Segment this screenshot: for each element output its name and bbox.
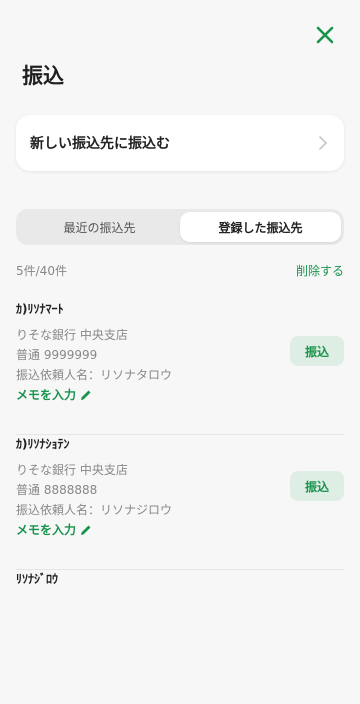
payee-count: 5件/40件 xyxy=(16,263,67,278)
payee-list: ｶ)ﾘｿﾅﾏｰﾄ りそな銀行 中央支店 普通 9999999 振込依頼人名：リソ… xyxy=(0,300,360,704)
list-item: ｶ)ﾘｿﾅﾏｰﾄ りそな銀行 中央支店 普通 9999999 振込依頼人名：リソ… xyxy=(16,300,344,435)
payee-requester: 振込依頼人名：リソナジロウ xyxy=(16,503,173,517)
list-item: ｶ)ﾘｿﾅｼｮﾃﾝ りそな銀行 中央支店 普通 8888888 振込依頼人名：リ… xyxy=(16,435,344,570)
pencil-icon xyxy=(81,390,91,400)
list-item: ﾘｿﾅｼﾞﾛｳ xyxy=(16,570,344,704)
transfer-button[interactable]: 振込 xyxy=(290,336,344,366)
close-icon xyxy=(316,26,334,44)
list-header: 5件/40件 削除する xyxy=(16,261,344,279)
tab-bar: 最近の振込先 登録した振込先 xyxy=(16,209,344,245)
new-payee-label: 新しい振込先に振込む xyxy=(30,136,170,152)
payee-bank: りそな銀行 中央支店 xyxy=(16,328,128,342)
payee-bank: りそな銀行 中央支店 xyxy=(16,463,128,477)
payee-requester: 振込依頼人名：リソナタロウ xyxy=(16,368,173,382)
payee-account: 普通 9999999 xyxy=(16,348,98,362)
memo-label: メモを入力 xyxy=(16,388,77,402)
new-payee-button[interactable]: 新しい振込先に振込む xyxy=(16,115,344,171)
payee-name: ｶ)ﾘｿﾅｼｮﾃﾝ xyxy=(16,437,70,451)
tab-registered[interactable]: 登録した振込先 xyxy=(180,212,341,242)
memo-link[interactable]: メモを入力 xyxy=(16,386,92,403)
chevron-right-icon xyxy=(319,136,327,150)
pencil-icon xyxy=(81,525,91,535)
memo-link[interactable]: メモを入力 xyxy=(16,521,92,538)
payee-name: ﾘｿﾅｼﾞﾛｳ xyxy=(16,572,59,586)
close-button[interactable] xyxy=(316,26,334,44)
memo-label: メモを入力 xyxy=(16,523,77,537)
page-title: 振込 xyxy=(22,64,64,88)
tab-recent[interactable]: 最近の振込先 xyxy=(19,212,180,242)
delete-link[interactable]: 削除する xyxy=(296,262,344,279)
transfer-button[interactable]: 振込 xyxy=(290,471,344,501)
payee-name: ｶ)ﾘｿﾅﾏｰﾄ xyxy=(16,302,64,316)
payee-account: 普通 8888888 xyxy=(16,483,98,497)
